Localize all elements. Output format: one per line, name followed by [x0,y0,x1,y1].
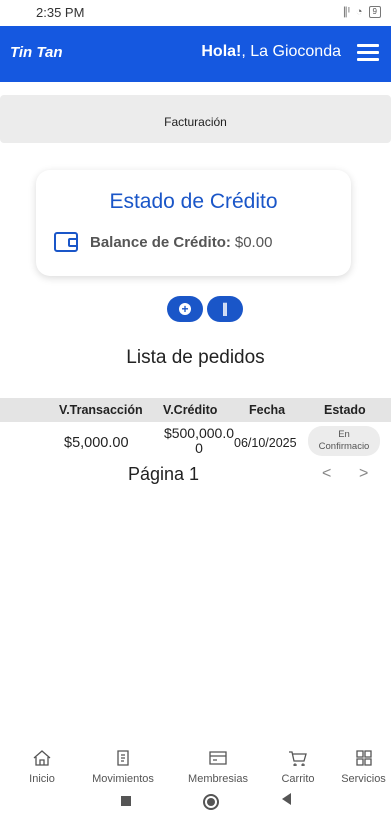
column-header-transaction: V.Transacción [59,403,143,417]
bottom-nav: Inicio Movimientos Membresias Carrito Se… [0,750,391,785]
home-icon [33,750,51,766]
column-header-status: Estado [324,403,366,417]
wallet-icon [54,232,78,252]
pagination: Página 1 < > [0,462,391,492]
cart-icon [289,751,307,767]
card-icon [209,751,227,765]
grid-icon [355,750,372,766]
nav-label-servicios: Servicios [341,773,386,785]
add-icon: + [179,303,191,315]
nav-item-membresias[interactable]: Membresias [181,750,255,785]
battery-icon: 9 [368,5,381,18]
nav-item-inicio[interactable]: Inicio [20,750,64,785]
signal-icon: ∥ᴵ [342,6,350,18]
credit-balance-label: Balance de Crédito: [90,233,231,251]
hamburger-menu-icon[interactable] [357,44,379,62]
user-greeting: Hola!, La Gioconda [201,43,341,61]
status-badge: En Confirmacio [308,426,380,456]
credit-value-line2: 0 [195,440,203,456]
greeting-name: , La Gioconda [241,43,341,60]
nav-label-membresias: Membresias [188,773,248,785]
prev-page-button[interactable]: < [322,465,331,483]
back-button[interactable] [282,793,291,805]
status-icons: ∥ᴵ ◔ 9 [343,5,381,18]
nav-label-movimientos: Movimientos [92,773,154,785]
nav-item-movimientos[interactable]: Movimientos [85,750,161,785]
nav-label-inicio: Inicio [29,773,55,785]
section-header-label: Facturación [164,115,227,129]
nav-item-carrito[interactable]: Carrito [272,750,324,785]
status-bar: 2:35 PM ∥ᴵ ◔ 9 [0,0,391,26]
system-navigation-bar [0,786,391,816]
page-label: Página 1 [128,464,200,484]
receipt-icon [117,750,129,766]
column-header-date: Fecha [249,403,286,417]
credit-status-card: Estado de Crédito Balance de Crédito: $0… [36,170,351,276]
section-header: Facturación [0,95,391,143]
orders-list-title: Lista de pedidos [126,347,265,368]
attach-button[interactable]: ∥ [207,296,243,322]
status-time: 2:35 PM [36,5,85,20]
orders-table: V.Transacción V.Crédito Fecha Estado $5,… [0,398,391,464]
credit-card-title: Estado de Crédito [109,190,278,213]
credit-value: $500,000.0 0 [154,426,244,456]
credit-balance-row: Balance de Crédito: $0.00 [54,232,272,252]
column-header-credit: V.Crédito [163,403,218,417]
app-bar: Tin Tan Hola!, La Gioconda [0,26,391,82]
table-header: V.Transacción V.Crédito Fecha Estado [0,398,391,422]
credit-balance-value: $0.00 [234,233,273,251]
credit-value-line1: $500,000.0 [163,425,235,441]
action-buttons: + ∥ [167,296,243,322]
nav-label-carrito: Carrito [281,773,315,785]
wifi-icon: ◔ [355,5,363,18]
order-date: 06/10/2025 [234,436,297,450]
table-row[interactable]: $5,000.00 $500,000.0 0 06/10/2025 En Con… [0,422,391,464]
app-title: Tin Tan [10,44,63,61]
status-line1: En [338,429,350,440]
home-button[interactable] [203,794,219,810]
status-line2: Confirmacio [318,441,370,452]
nav-item-servicios[interactable]: Servicios [336,750,391,785]
transaction-value: $5,000.00 [64,435,129,451]
recent-apps-button[interactable] [121,796,131,806]
next-page-button[interactable]: > [359,465,368,483]
add-order-button[interactable]: + [167,296,203,322]
greeting-bold: Hola! [201,43,242,60]
paperclip-icon: ∥ [221,301,229,316]
